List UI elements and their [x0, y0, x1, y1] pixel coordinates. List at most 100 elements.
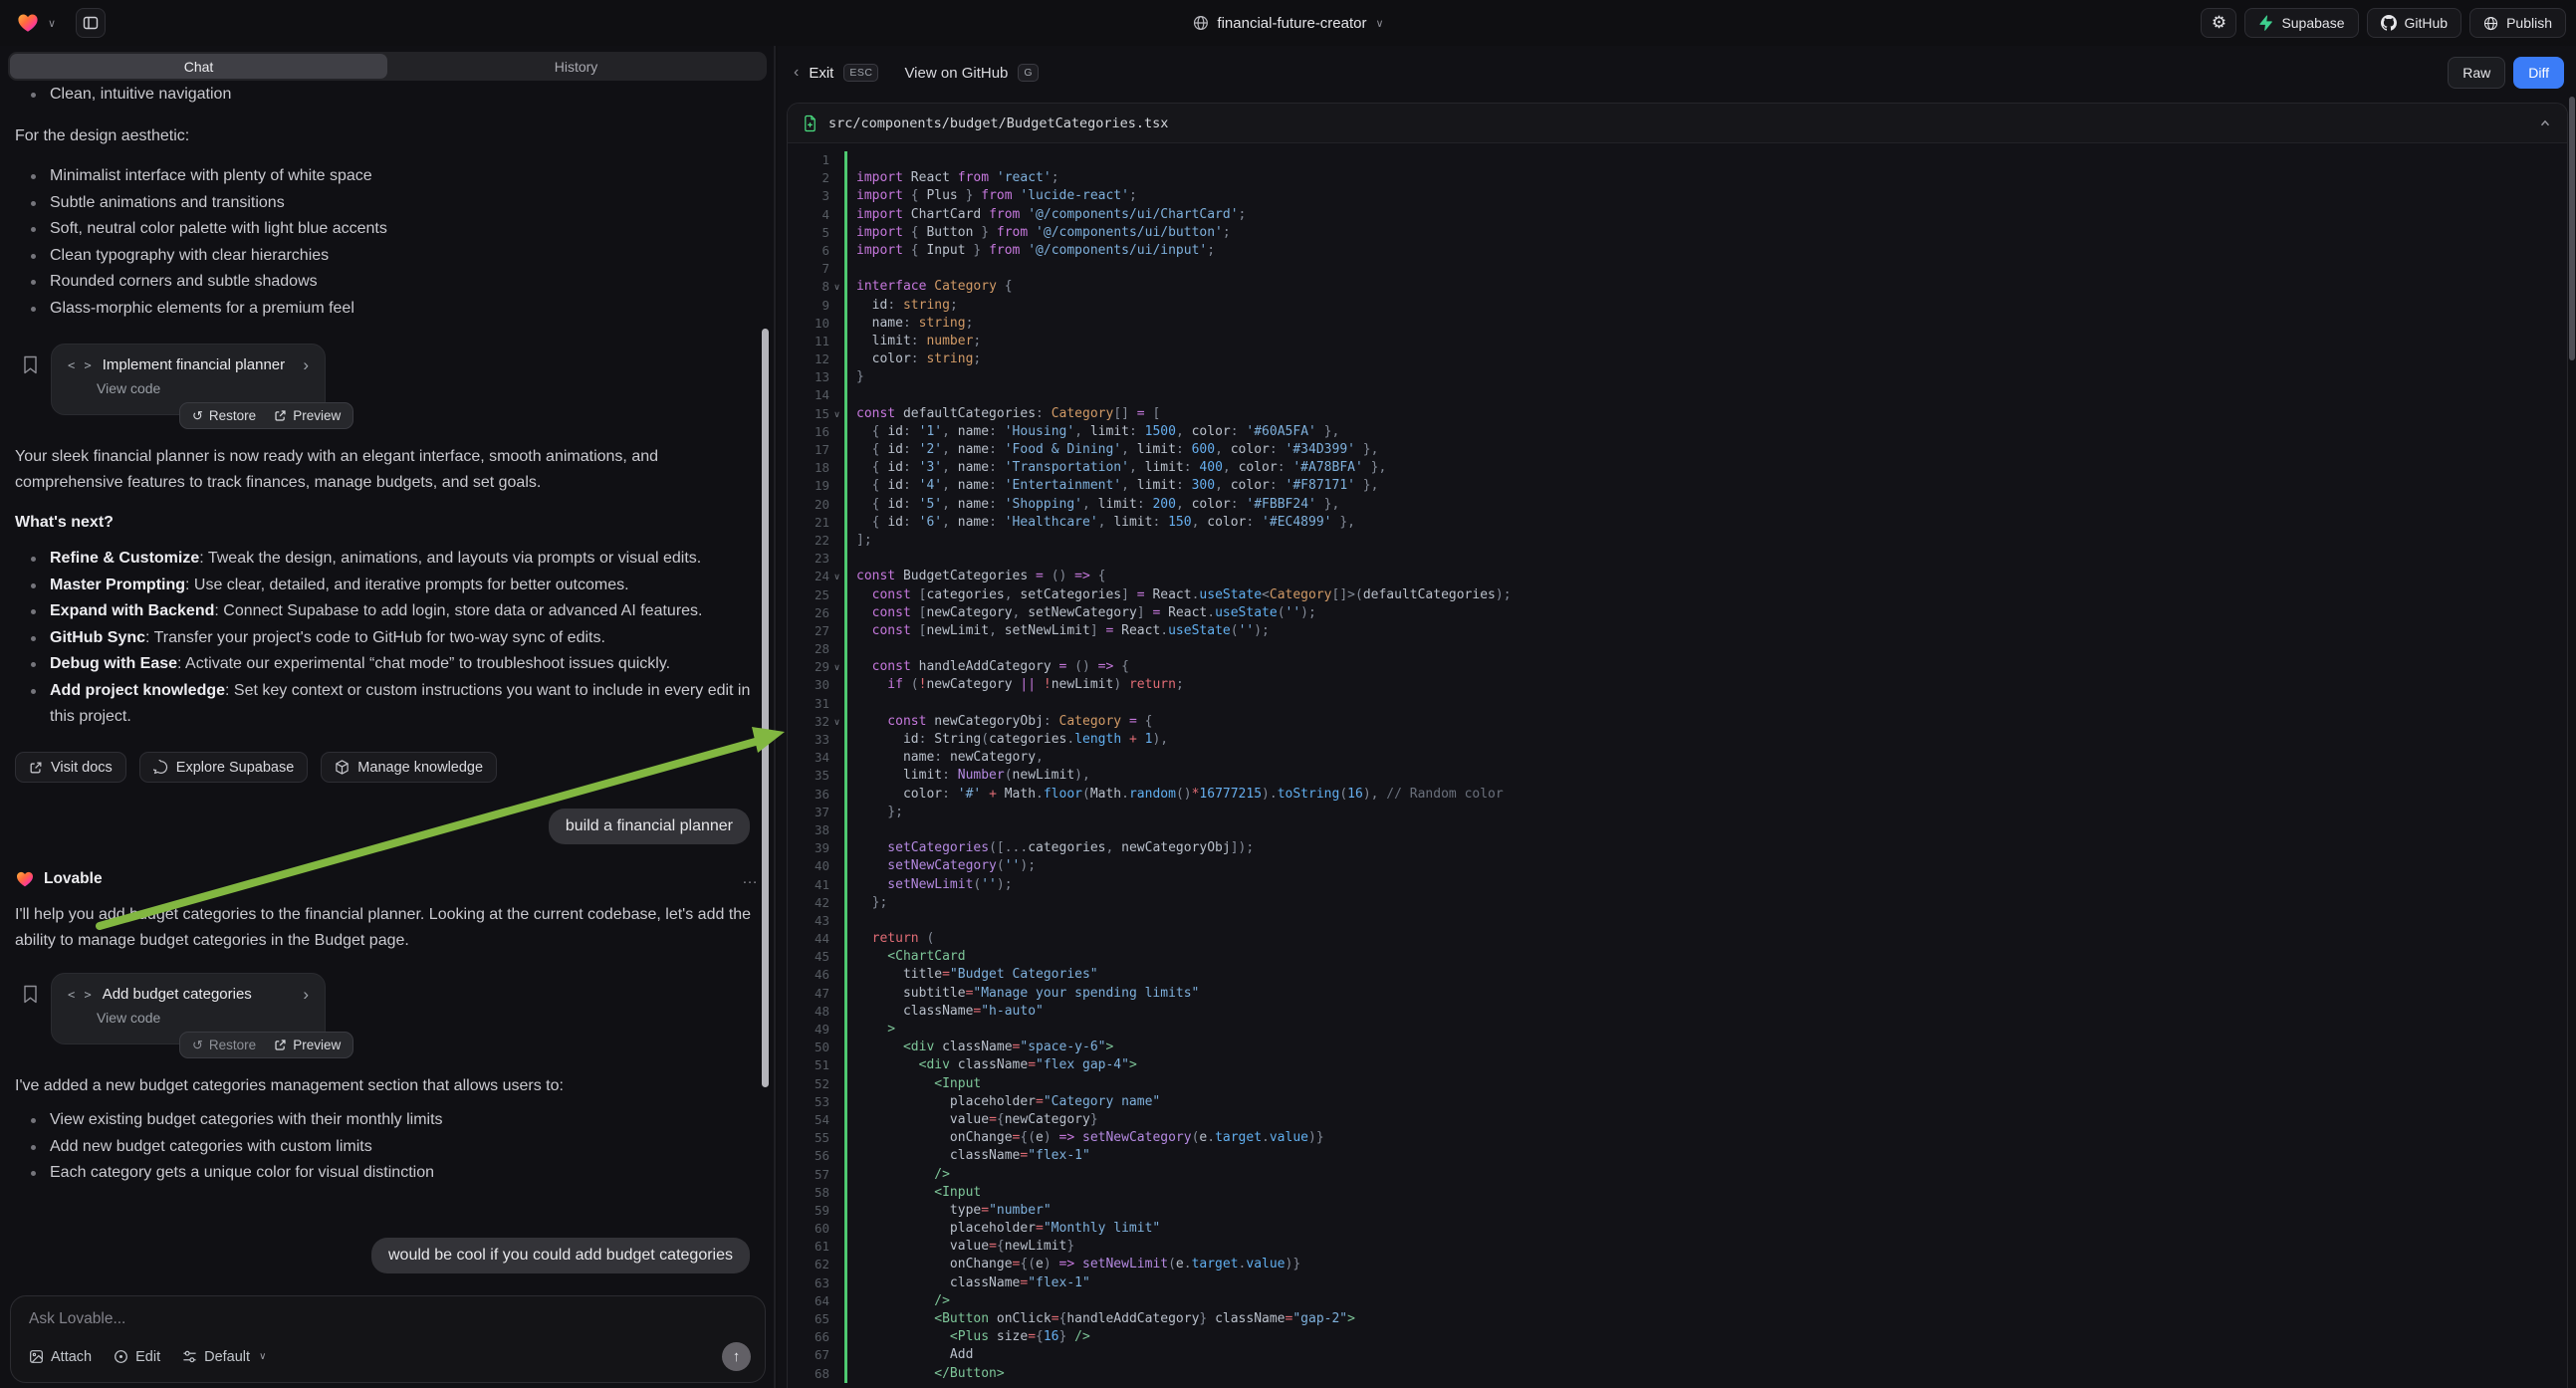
- code-text: { id: '5', name: 'Shopping', limit: 200,…: [847, 496, 1339, 514]
- fold-gutter: [829, 786, 844, 804]
- project-name: financial-future-creator: [1217, 15, 1366, 32]
- globe-icon: [1192, 15, 1208, 31]
- fold-gutter: [829, 857, 844, 875]
- line-number: 17: [788, 441, 829, 459]
- g-kbd-badge: G: [1018, 64, 1039, 82]
- code-text: if (!newCategory || !newLimit) return;: [847, 676, 1184, 694]
- bookmark-icon[interactable]: [23, 985, 38, 1004]
- chat-scrollbar[interactable]: [762, 329, 769, 1087]
- fold-chevron-icon[interactable]: ∨: [829, 713, 844, 731]
- file-path: src/components/budget/BudgetCategories.t…: [828, 116, 2527, 131]
- code-text: />: [847, 1292, 950, 1310]
- added-bullet-list: View existing budget categories with the…: [15, 1107, 760, 1187]
- fold-gutter: [829, 315, 844, 333]
- assistant-header: Lovable …: [15, 869, 760, 889]
- lovable-logo-icon[interactable]: [16, 11, 40, 35]
- project-switcher[interactable]: financial-future-creator ∨: [1192, 0, 1383, 46]
- explore-supabase-button[interactable]: Explore Supabase: [139, 752, 309, 783]
- code-text: color: '#' + Math.floor(Math.random()*16…: [847, 786, 1504, 804]
- message-menu-button[interactable]: …: [742, 870, 760, 888]
- fold-gutter: [829, 1256, 844, 1273]
- supabase-button[interactable]: Supabase: [2244, 8, 2358, 38]
- view-on-github-link[interactable]: View on GitHub: [904, 65, 1008, 82]
- code-text: import { Input } from '@/components/ui/i…: [847, 242, 1215, 260]
- edit-button[interactable]: Edit: [114, 1349, 160, 1365]
- toggle-sidebar-button[interactable]: [76, 8, 106, 38]
- fold-gutter: [829, 1147, 844, 1165]
- back-chevron-icon[interactable]: ‹: [794, 64, 799, 82]
- line-number: 4: [788, 206, 829, 224]
- exit-button[interactable]: Exit: [809, 65, 833, 82]
- view-code-link[interactable]: View code: [97, 1010, 309, 1026]
- explore-supabase-label: Explore Supabase: [176, 760, 295, 776]
- fold-gutter: [829, 459, 844, 477]
- code-line: 42 };: [788, 894, 2567, 912]
- code-text: import ChartCard from '@/components/ui/C…: [847, 206, 1246, 224]
- code-text: const defaultCategories: Category[] = [: [847, 405, 1160, 423]
- fold-gutter: [829, 640, 844, 658]
- fold-chevron-icon[interactable]: ∨: [829, 658, 844, 676]
- github-button[interactable]: GitHub: [2367, 8, 2462, 38]
- preview-button[interactable]: Preview: [274, 408, 341, 423]
- fold-chevron-icon[interactable]: ∨: [829, 278, 844, 296]
- bullet-item: Glass-morphic elements for a premium fee…: [15, 296, 760, 323]
- next-bullet-list: Refine & Customize: Tweak the design, an…: [15, 546, 760, 731]
- prompt-input[interactable]: Ask Lovable... Attach Edit Default ∨: [10, 1295, 766, 1383]
- raw-button[interactable]: Raw: [2448, 57, 2505, 89]
- code-text: <Plus size={16} />: [847, 1328, 1090, 1346]
- bullet-text: Rounded corners and subtle shadows: [50, 269, 318, 296]
- fold-gutter: [829, 622, 844, 640]
- line-number: 63: [788, 1274, 829, 1292]
- diff-button[interactable]: Diff: [2513, 57, 2564, 89]
- fold-gutter: [829, 821, 844, 839]
- preview-button[interactable]: Preview: [274, 1038, 341, 1052]
- line-number: 59: [788, 1202, 829, 1220]
- restore-button[interactable]: ↺ Restore: [192, 1038, 256, 1053]
- publish-button[interactable]: Publish: [2469, 8, 2566, 38]
- fold-gutter: [829, 386, 844, 404]
- line-number: 61: [788, 1238, 829, 1256]
- mode-select[interactable]: Default ∨: [182, 1349, 266, 1365]
- code-line: 41 setNewLimit('');: [788, 876, 2567, 894]
- send-button[interactable]: ↑: [722, 1342, 751, 1371]
- bullet-text: Add new budget categories with custom li…: [50, 1134, 372, 1161]
- fold-chevron-icon[interactable]: ∨: [829, 568, 844, 585]
- bullet-dot: [31, 1145, 36, 1150]
- code-text: <Input: [847, 1075, 981, 1093]
- chat-panel: Chat History Clean, intuitive navigation…: [0, 46, 776, 1388]
- bullet-text: Master Prompting: Use clear, detailed, a…: [50, 573, 629, 599]
- fold-gutter: [829, 1202, 844, 1220]
- fold-chevron-icon[interactable]: ∨: [829, 405, 844, 423]
- bookmark-icon[interactable]: [23, 355, 38, 374]
- view-code-link[interactable]: View code: [97, 380, 309, 396]
- code-text: id: string;: [847, 297, 958, 315]
- logo-chevron-down-icon[interactable]: ∨: [48, 17, 56, 30]
- manage-knowledge-button[interactable]: Manage knowledge: [321, 752, 497, 783]
- visit-docs-button[interactable]: Visit docs: [15, 752, 126, 783]
- code-line: 20 { id: '5', name: 'Shopping', limit: 2…: [788, 496, 2567, 514]
- line-number: 45: [788, 948, 829, 966]
- code-text: [847, 151, 856, 169]
- line-number: 20: [788, 496, 829, 514]
- prompt-placeholder: Ask Lovable...: [29, 1310, 747, 1328]
- settings-button[interactable]: ⚙: [2201, 8, 2236, 38]
- file-added-icon: [803, 115, 818, 132]
- line-number: 35: [788, 767, 829, 785]
- fold-gutter: [829, 1056, 844, 1074]
- code-text: { id: '6', name: 'Healthcare', limit: 15…: [847, 514, 1355, 532]
- restore-button[interactable]: ↺ Restore: [192, 408, 256, 424]
- code-scrollbar[interactable]: [2569, 97, 2575, 360]
- code-line: 56 className="flex-1": [788, 1147, 2567, 1165]
- tab-chat[interactable]: Chat: [10, 54, 387, 79]
- line-number: 1: [788, 151, 829, 169]
- tab-history[interactable]: History: [387, 54, 765, 79]
- collapse-chevron-up-icon[interactable]: [2538, 116, 2552, 130]
- bullet-text: Clean typography with clear hierarchies: [50, 243, 329, 270]
- file-header[interactable]: src/components/budget/BudgetCategories.t…: [788, 104, 2567, 143]
- github-label: GitHub: [2405, 15, 2449, 31]
- fold-gutter: [829, 514, 844, 532]
- fold-gutter: [829, 586, 844, 604]
- attach-button[interactable]: Attach: [29, 1349, 92, 1365]
- bullet-item: View existing budget categories with the…: [15, 1107, 760, 1134]
- fold-gutter: [829, 731, 844, 749]
